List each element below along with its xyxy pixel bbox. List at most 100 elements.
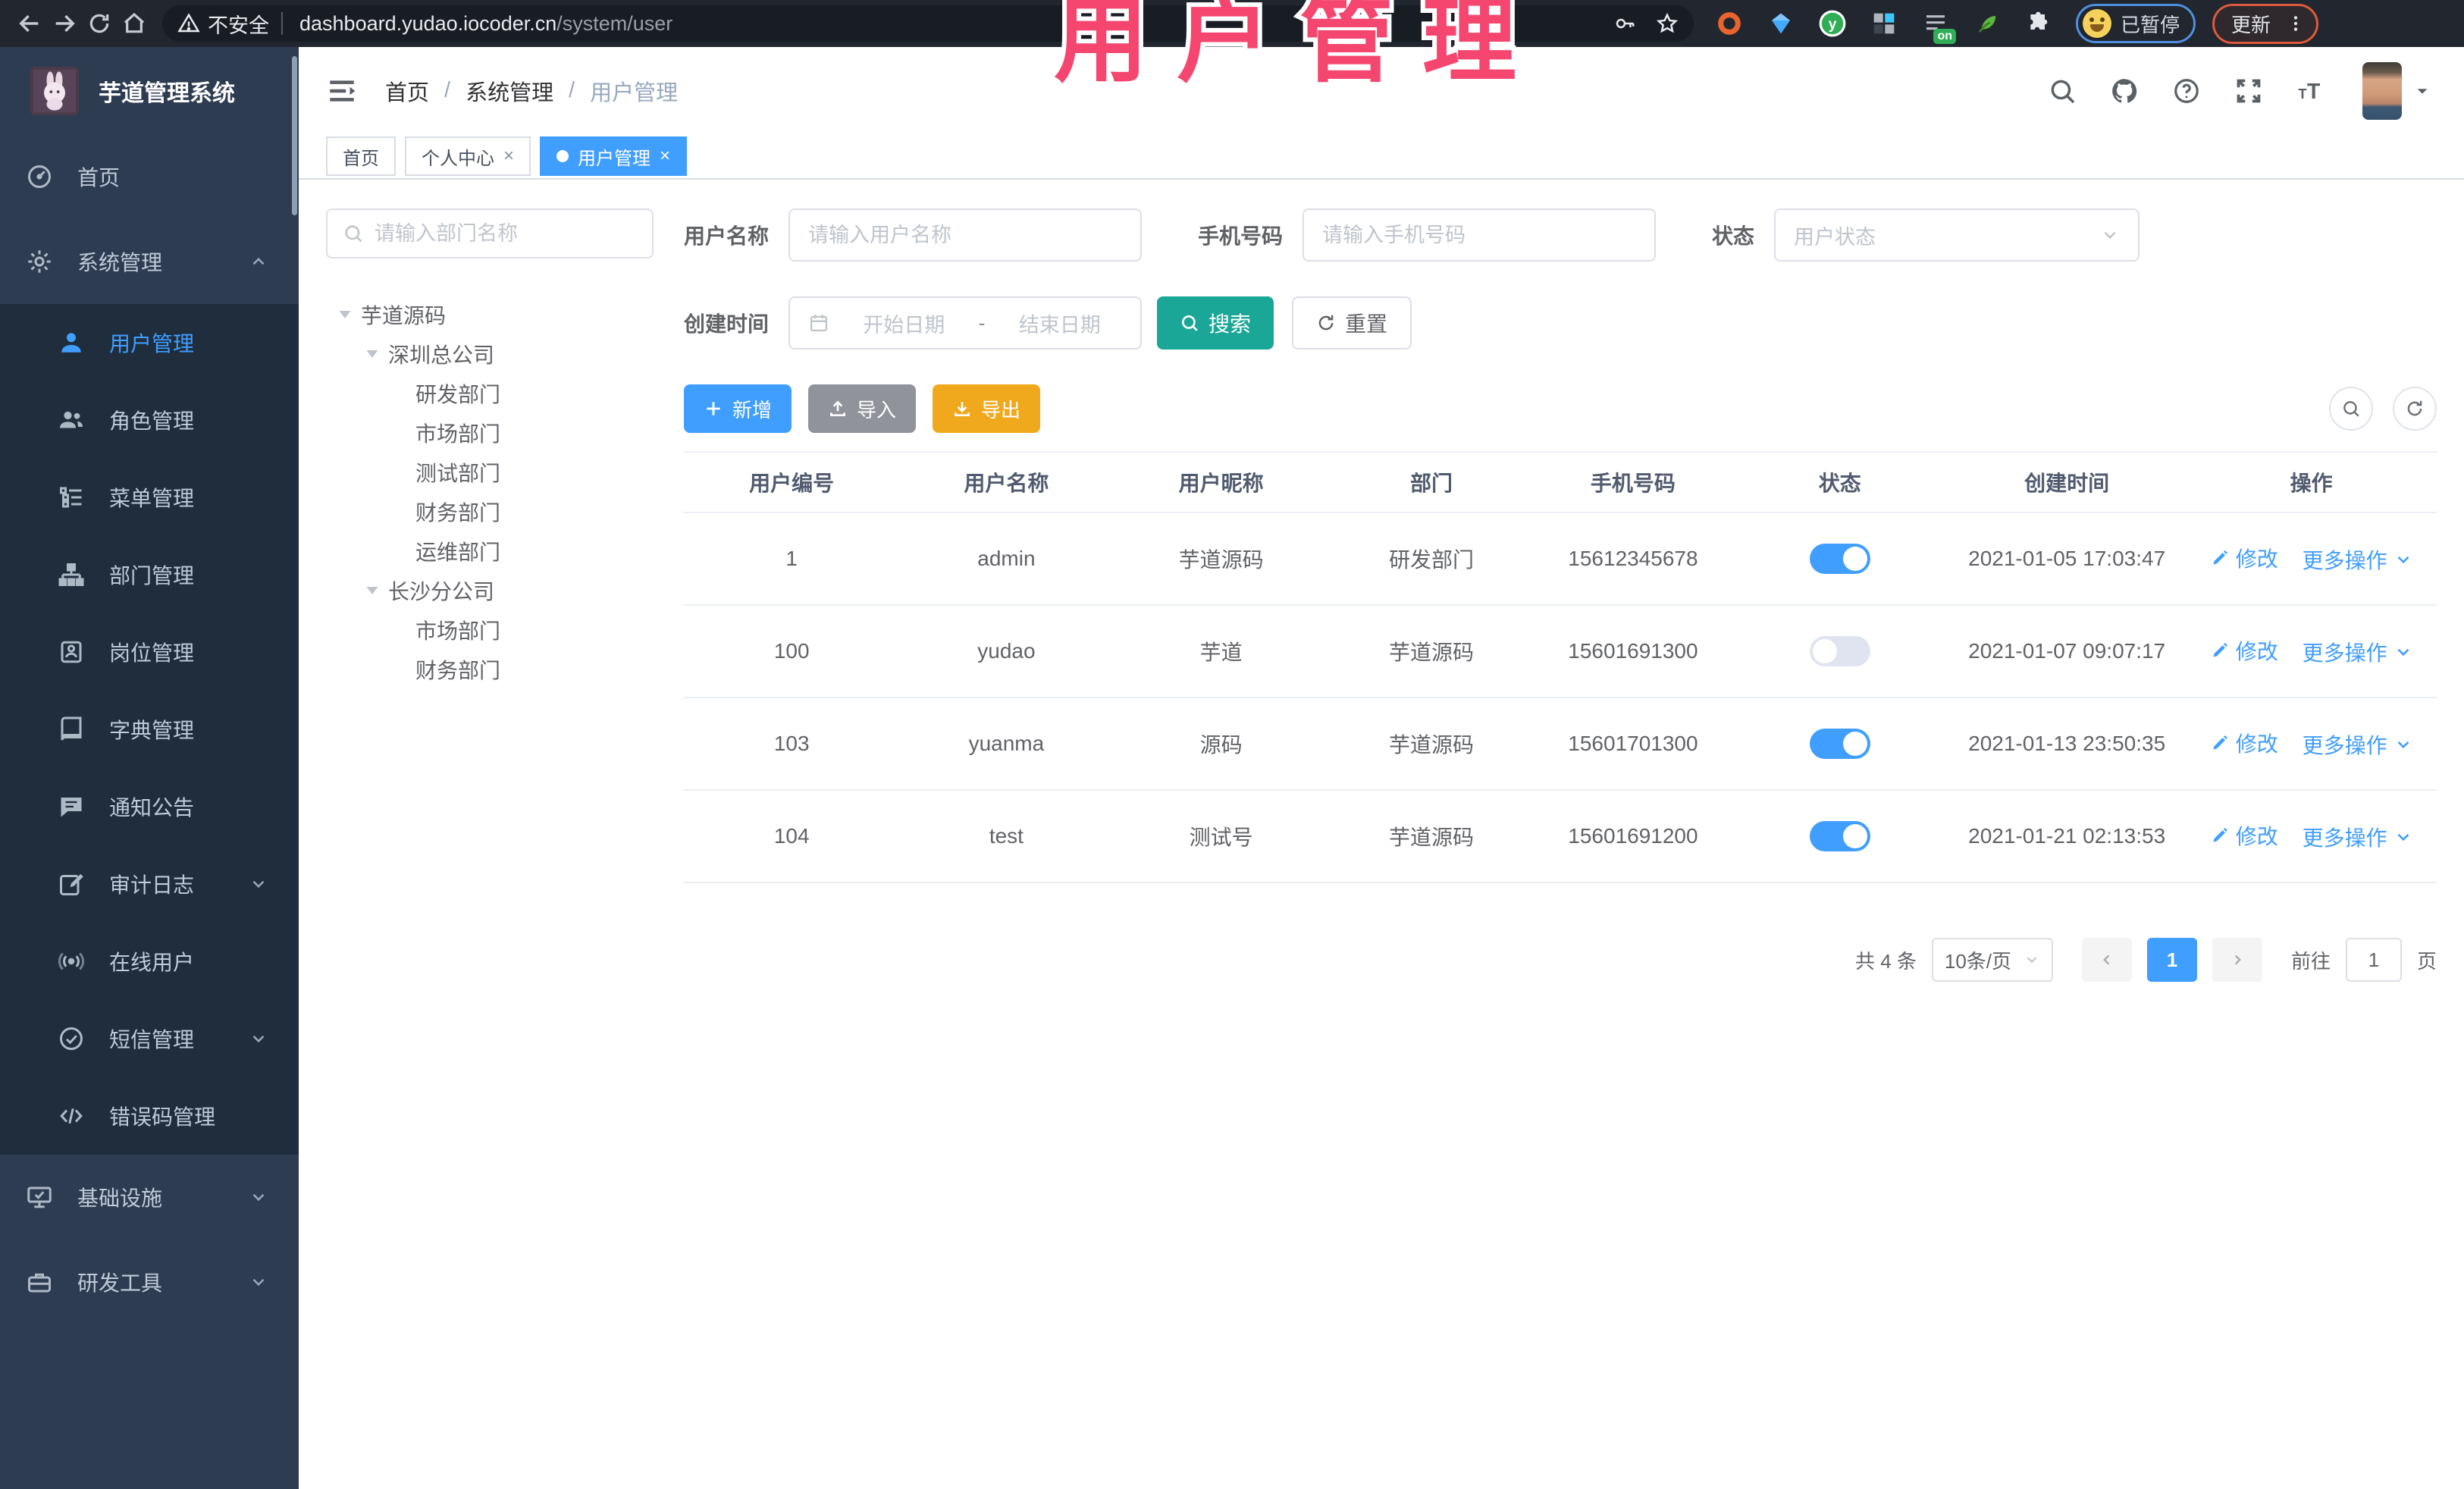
more-actions-link[interactable]: 更多操作 [2303, 544, 2413, 575]
sidebar-item-menu-management[interactable]: 菜单管理 [0, 459, 299, 536]
toggle-search-button[interactable] [2329, 387, 2373, 431]
extension-green-circle-icon[interactable]: y [1818, 9, 1847, 38]
app-logo[interactable]: 芋道管理系统 [0, 47, 299, 134]
sidebar-item-error-code-management[interactable]: 错误码管理 [0, 1077, 299, 1155]
help-icon[interactable] [2171, 76, 2202, 106]
status-toggle[interactable] [1809, 636, 1870, 666]
tree-node-label[interactable]: 运维部门 [415, 536, 500, 566]
fullscreen-icon[interactable] [2234, 76, 2264, 106]
tree-node[interactable]: 市场部门 [326, 610, 654, 650]
reset-button[interactable]: 重置 [1292, 296, 1412, 350]
not-secure-label[interactable]: 不安全 [208, 9, 269, 39]
tree-node[interactable]: 芋道源码 [326, 295, 654, 334]
breadcrumb-system[interactable]: 系统管理 [466, 75, 553, 107]
tab-home[interactable]: 首页 [326, 136, 396, 176]
sidebar-scrollbar[interactable] [292, 56, 297, 215]
browser-forward-icon[interactable] [47, 6, 82, 41]
page-size-select[interactable]: 10条/页 [1931, 938, 2053, 982]
header-search-icon[interactable] [2047, 76, 2077, 106]
prev-page-button[interactable] [2081, 938, 2132, 982]
tree-node[interactable]: 市场部门 [326, 413, 654, 453]
table-row[interactable]: 1 admin 芋道源码 研发部门 15612345678 2021-01-05… [684, 513, 2437, 606]
extension-tabs-on-icon[interactable]: on [1921, 9, 1956, 44]
sidebar-item-online-users[interactable]: 在线用户 [0, 923, 299, 1000]
tree-caret-icon[interactable] [361, 343, 384, 365]
tree-node[interactable]: 深圳总公司 [326, 334, 654, 374]
status-toggle[interactable] [1809, 729, 1870, 759]
extensions-puzzle-icon[interactable] [2024, 9, 2053, 38]
table-row[interactable]: 103 yuanma 源码 芋道源码 15601701300 2021-01-1… [684, 697, 2437, 791]
status-toggle[interactable] [1809, 544, 1870, 574]
tree-node[interactable]: 运维部门 [326, 531, 654, 571]
extension-squares-icon[interactable] [1870, 9, 1898, 38]
tab-user-management[interactable]: 用户管理 × [540, 136, 688, 176]
breadcrumb-home[interactable]: 首页 [385, 75, 429, 107]
browser-update-button[interactable]: 更新 [2212, 3, 2319, 44]
tree-node[interactable]: 财务部门 [326, 492, 654, 531]
sidebar-item-home[interactable]: 首页 [0, 134, 299, 219]
update-label[interactable]: 更新 [2231, 10, 2271, 38]
current-page-button[interactable]: 1 [2146, 938, 2197, 982]
tab-close-icon[interactable]: × [660, 146, 670, 167]
sidebar-item-dict-management[interactable]: 字典管理 [0, 691, 299, 768]
edit-link[interactable]: 修改 [2210, 820, 2278, 851]
sidebar-item-dept-management[interactable]: 部门管理 [0, 536, 299, 613]
date-start-placeholder[interactable]: 开始日期 [842, 309, 967, 338]
tree-node[interactable]: 财务部门 [326, 650, 654, 689]
mobile-input[interactable] [1322, 223, 1637, 247]
import-button[interactable]: 导入 [808, 384, 917, 433]
tree-node-label[interactable]: 财务部门 [415, 654, 500, 685]
sidebar-item-user-management[interactable]: 用户管理 [0, 304, 299, 381]
tree-node-label[interactable]: 市场部门 [415, 615, 500, 645]
browser-back-icon[interactable] [12, 6, 47, 41]
url-host[interactable]: dashboard.yudao.iocoder.cn [299, 12, 556, 36]
browser-reload-icon[interactable] [82, 6, 117, 41]
sidebar-item-sms-management[interactable]: 短信管理 [0, 1000, 299, 1077]
edit-link[interactable]: 修改 [2210, 728, 2278, 758]
tree-node-label[interactable]: 芋道源码 [361, 299, 446, 330]
bookmark-star-icon[interactable] [1656, 12, 1679, 35]
username-input[interactable] [808, 223, 1123, 247]
tree-node-label[interactable]: 测试部门 [415, 457, 500, 487]
browser-home-icon[interactable] [117, 6, 152, 41]
browser-menu-kebab-icon[interactable] [2286, 14, 2306, 33]
username-field[interactable] [788, 208, 1143, 262]
status-select[interactable]: 用户状态 [1774, 208, 2140, 262]
sidebar-item-audit-log[interactable]: 审计日志 [0, 845, 299, 923]
tree-node-label[interactable]: 市场部门 [415, 418, 500, 448]
goto-page-input[interactable] [2345, 938, 2402, 982]
tab-close-icon[interactable]: × [503, 146, 514, 167]
sidebar-item-role-management[interactable]: 角色管理 [0, 381, 299, 459]
sidebar-item-system-management[interactable]: 系统管理 [0, 219, 299, 304]
tree-caret-icon[interactable] [334, 303, 356, 326]
password-key-icon[interactable] [1613, 12, 1636, 35]
sidebar-item-dev-tools[interactable]: 研发工具 [0, 1240, 299, 1324]
avatar[interactable] [2362, 61, 2402, 120]
tree-node-label[interactable]: 深圳总公司 [388, 339, 494, 369]
dept-search-box[interactable] [326, 208, 654, 259]
url-path[interactable]: /system/user [556, 12, 672, 36]
search-button[interactable]: 搜索 [1157, 296, 1274, 350]
tree-node-label[interactable]: 长沙分公司 [388, 575, 494, 606]
table-row[interactable]: 100 yudao 芋道 芋道源码 15601691300 2021-01-07… [684, 605, 2437, 698]
tree-node[interactable]: 研发部门 [326, 374, 654, 413]
date-range-picker[interactable]: 开始日期 - 结束日期 [788, 296, 1143, 350]
tab-profile[interactable]: 个人中心 × [405, 136, 531, 176]
tree-node[interactable]: 长沙分公司 [326, 571, 654, 610]
next-page-button[interactable] [2212, 938, 2262, 982]
export-button[interactable]: 导出 [933, 384, 1041, 433]
tree-node-label[interactable]: 研发部门 [415, 378, 500, 409]
mobile-field[interactable] [1303, 208, 1657, 262]
dept-search-input[interactable] [375, 221, 637, 246]
more-actions-link[interactable]: 更多操作 [2303, 729, 2413, 760]
user-avatar-menu[interactable] [2362, 61, 2431, 120]
sidebar-item-notice-management[interactable]: 通知公告 [0, 768, 299, 845]
table-row[interactable]: 104 test 测试号 芋道源码 15601691200 2021-01-21… [684, 790, 2437, 883]
tree-node-label[interactable]: 财务部门 [415, 497, 500, 527]
add-button[interactable]: 新增 [684, 384, 792, 433]
extension-orange-ring-icon[interactable] [1715, 9, 1744, 38]
tree-caret-icon[interactable] [361, 579, 384, 602]
edit-link[interactable]: 修改 [2210, 543, 2278, 573]
status-toggle[interactable] [1809, 821, 1870, 851]
browser-address-bar[interactable]: 不安全 dashboard.yudao.iocoder.cn/system/us… [162, 5, 1694, 42]
